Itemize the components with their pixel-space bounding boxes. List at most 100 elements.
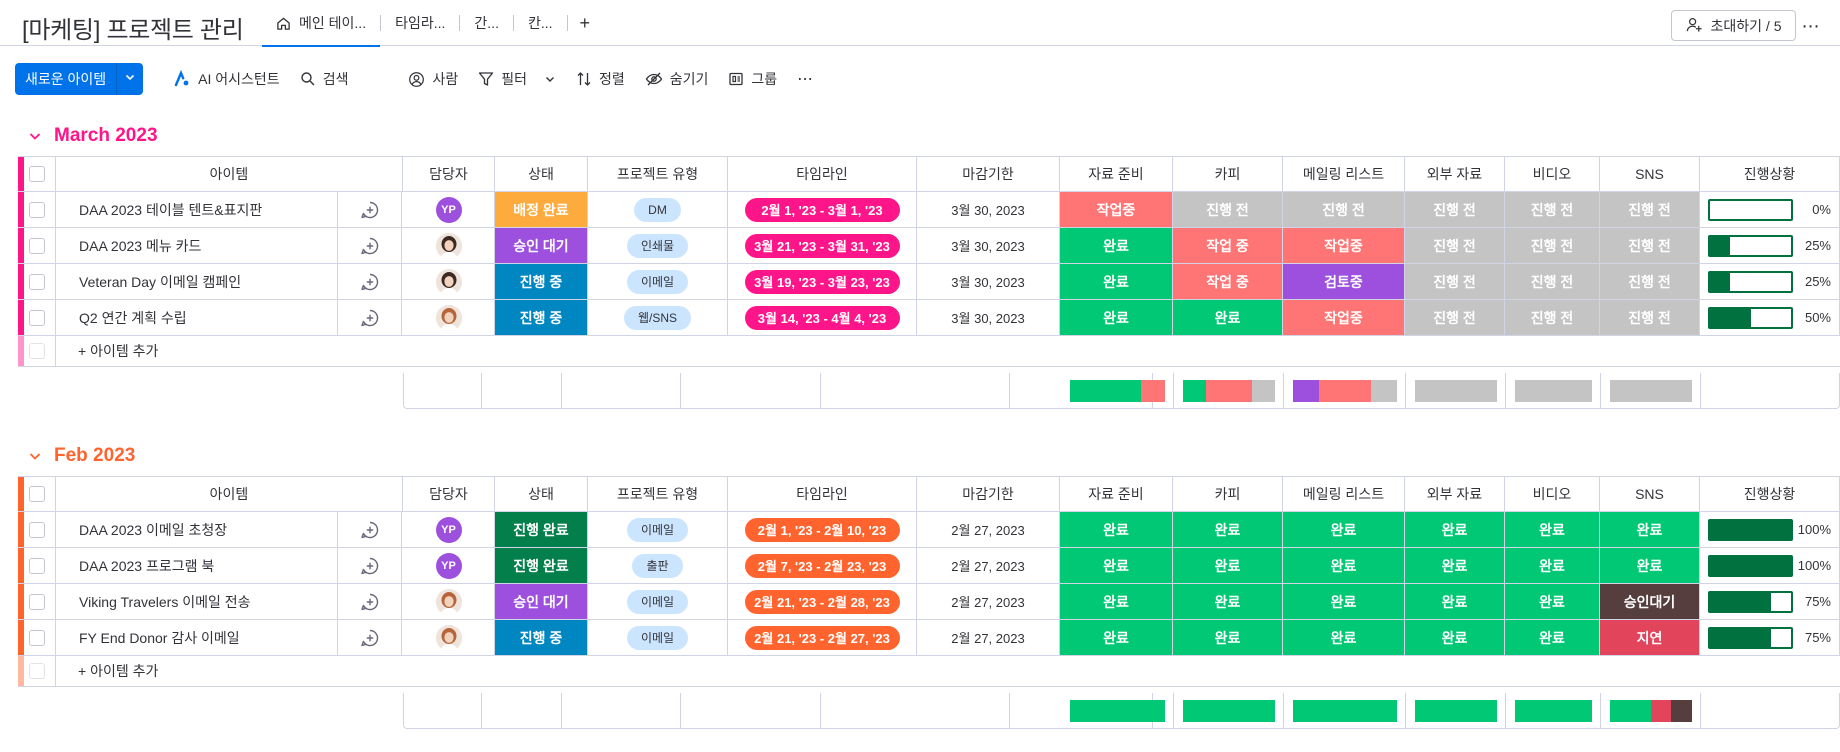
group-by-button[interactable]: 그룹 [718, 63, 787, 95]
chevron-down-icon[interactable] [544, 73, 556, 85]
item-name-cell[interactable]: DAA 2023 프로그램 북 [56, 548, 338, 583]
add-item-cell[interactable]: + 아이템 추가 [56, 336, 1840, 366]
owner-cell[interactable]: YP [403, 512, 495, 547]
avatar[interactable] [435, 304, 462, 331]
status-cell[interactable]: 진행 전 [1600, 300, 1700, 335]
status-distribution-bar[interactable] [1069, 379, 1165, 402]
status-summary-cell[interactable] [1061, 693, 1174, 728]
tab-main-table[interactable]: 메인 테이... [262, 0, 381, 47]
owner-cell[interactable] [403, 300, 495, 335]
status-distribution-bar[interactable] [1514, 699, 1592, 722]
status-cell[interactable]: 완료 [1405, 548, 1505, 583]
add-update-icon[interactable] [360, 200, 380, 220]
item-name[interactable]: DAA 2023 프로그램 북 [79, 556, 214, 576]
status-summary-cell[interactable] [1174, 373, 1284, 408]
status-distribution-bar[interactable] [1292, 699, 1397, 722]
column-header[interactable]: 상태 [495, 477, 588, 511]
row-checkbox[interactable] [28, 521, 45, 538]
tab-timeline[interactable]: 타임라... [381, 0, 459, 46]
new-item-dropdown[interactable] [116, 63, 143, 95]
status-cell[interactable]: 완료 [1060, 584, 1173, 619]
status-cell[interactable]: 진행 중 [495, 264, 588, 299]
updates-cell[interactable] [337, 548, 402, 583]
row-checkbox[interactable] [28, 273, 45, 290]
column-header[interactable]: 상태 [495, 157, 588, 191]
status-cell[interactable]: 완료 [1173, 512, 1283, 547]
board-more-button[interactable]: ⋯ [1796, 12, 1826, 40]
owner-cell[interactable] [403, 620, 495, 655]
status-cell[interactable]: 진행 전 [1405, 300, 1505, 335]
group-title[interactable]: March 2023 [54, 125, 158, 147]
status-cell[interactable]: 완료 [1060, 264, 1173, 299]
timeline-cell[interactable]: 3월 21, '23 - 3월 31, '23 [728, 228, 917, 263]
avatar[interactable]: YP [435, 516, 462, 543]
status-cell[interactable]: 진행 전 [1283, 192, 1405, 227]
status-cell[interactable]: 진행 완료 [495, 512, 588, 547]
column-header[interactable]: SNS [1600, 477, 1700, 511]
status-cell[interactable]: 완료 [1283, 548, 1405, 583]
status-cell[interactable]: 완료 [1173, 548, 1283, 583]
status-cell[interactable]: 작업중 [1060, 192, 1173, 227]
column-header[interactable]: SNS [1600, 157, 1700, 191]
column-header[interactable]: 메일링 리스트 [1283, 157, 1405, 191]
status-cell[interactable]: 완료 [1600, 548, 1700, 583]
select-all-checkbox[interactable] [28, 166, 45, 182]
status-distribution-bar[interactable] [1292, 379, 1397, 402]
column-header[interactable]: 마감기한 [917, 477, 1060, 511]
avatar[interactable]: YP [435, 552, 462, 579]
status-cell[interactable]: 완료 [1505, 620, 1600, 655]
status-cell[interactable]: 완료 [1060, 548, 1173, 583]
avatar[interactable] [435, 232, 462, 259]
column-header[interactable]: 비디오 [1505, 157, 1600, 191]
chevron-down-icon[interactable] [28, 129, 42, 143]
status-cell[interactable]: 진행 전 [1505, 300, 1600, 335]
status-summary-cell[interactable] [1506, 693, 1601, 728]
add-view-button[interactable]: + [568, 0, 603, 46]
status-distribution-bar[interactable] [1069, 699, 1165, 722]
status-cell[interactable]: 완료 [1505, 584, 1600, 619]
owner-cell[interactable] [403, 584, 495, 619]
row-checkbox[interactable] [28, 237, 45, 254]
updates-cell[interactable] [337, 300, 402, 335]
status-cell[interactable]: 완료 [1283, 620, 1405, 655]
status-distribution-bar[interactable] [1514, 379, 1592, 402]
row-checkbox[interactable] [28, 629, 45, 646]
owner-cell[interactable] [403, 228, 495, 263]
column-header[interactable]: 진행상황 [1700, 477, 1840, 511]
status-cell[interactable]: 완료 [1505, 548, 1600, 583]
updates-cell[interactable] [337, 584, 402, 619]
status-cell[interactable]: 완료 [1405, 584, 1505, 619]
status-cell[interactable]: 승인대기 [1600, 584, 1700, 619]
project-type-cell[interactable]: DM [588, 192, 728, 227]
invite-button[interactable]: 초대하기 / 5 [1671, 10, 1796, 41]
item-name[interactable]: DAA 2023 테이블 텐트&표지판 [79, 200, 262, 220]
status-cell[interactable]: 완료 [1173, 620, 1283, 655]
status-cell[interactable]: 진행 중 [495, 300, 588, 335]
column-header[interactable]: 타임라인 [728, 157, 917, 191]
status-cell[interactable]: 작업 중 [1173, 264, 1283, 299]
status-cell[interactable]: 진행 전 [1600, 228, 1700, 263]
column-header-item[interactable]: 아이템 [56, 477, 403, 511]
status-cell[interactable]: 완료 [1405, 620, 1505, 655]
status-cell[interactable]: 진행 전 [1173, 192, 1283, 227]
status-summary-cell[interactable] [1284, 693, 1406, 728]
add-update-icon[interactable] [360, 272, 380, 292]
timeline-cell[interactable]: 3월 14, '23 - 4월 4, '23 [728, 300, 917, 335]
column-header[interactable]: 프로젝트 유형 [588, 477, 728, 511]
add-item-cell[interactable]: + 아이템 추가 [56, 656, 1840, 686]
status-distribution-bar[interactable] [1609, 699, 1692, 722]
project-type-cell[interactable]: 인쇄물 [588, 228, 728, 263]
status-cell[interactable]: 작업중 [1283, 228, 1405, 263]
deadline-cell[interactable]: 2월 27, 2023 [917, 620, 1060, 655]
item-name[interactable]: DAA 2023 이메일 초청장 [79, 520, 227, 540]
column-header[interactable]: 자료 준비 [1060, 157, 1173, 191]
item-name[interactable]: FY End Donor 감사 이메일 [79, 628, 240, 648]
status-cell[interactable]: 진행 전 [1600, 192, 1700, 227]
status-summary-cell[interactable] [1174, 693, 1284, 728]
avatar[interactable] [435, 624, 462, 651]
updates-cell[interactable] [337, 264, 402, 299]
deadline-cell[interactable]: 3월 30, 2023 [917, 264, 1060, 299]
status-cell[interactable]: 완료 [1060, 228, 1173, 263]
add-update-icon[interactable] [360, 556, 380, 576]
status-summary-cell[interactable] [1601, 373, 1701, 408]
